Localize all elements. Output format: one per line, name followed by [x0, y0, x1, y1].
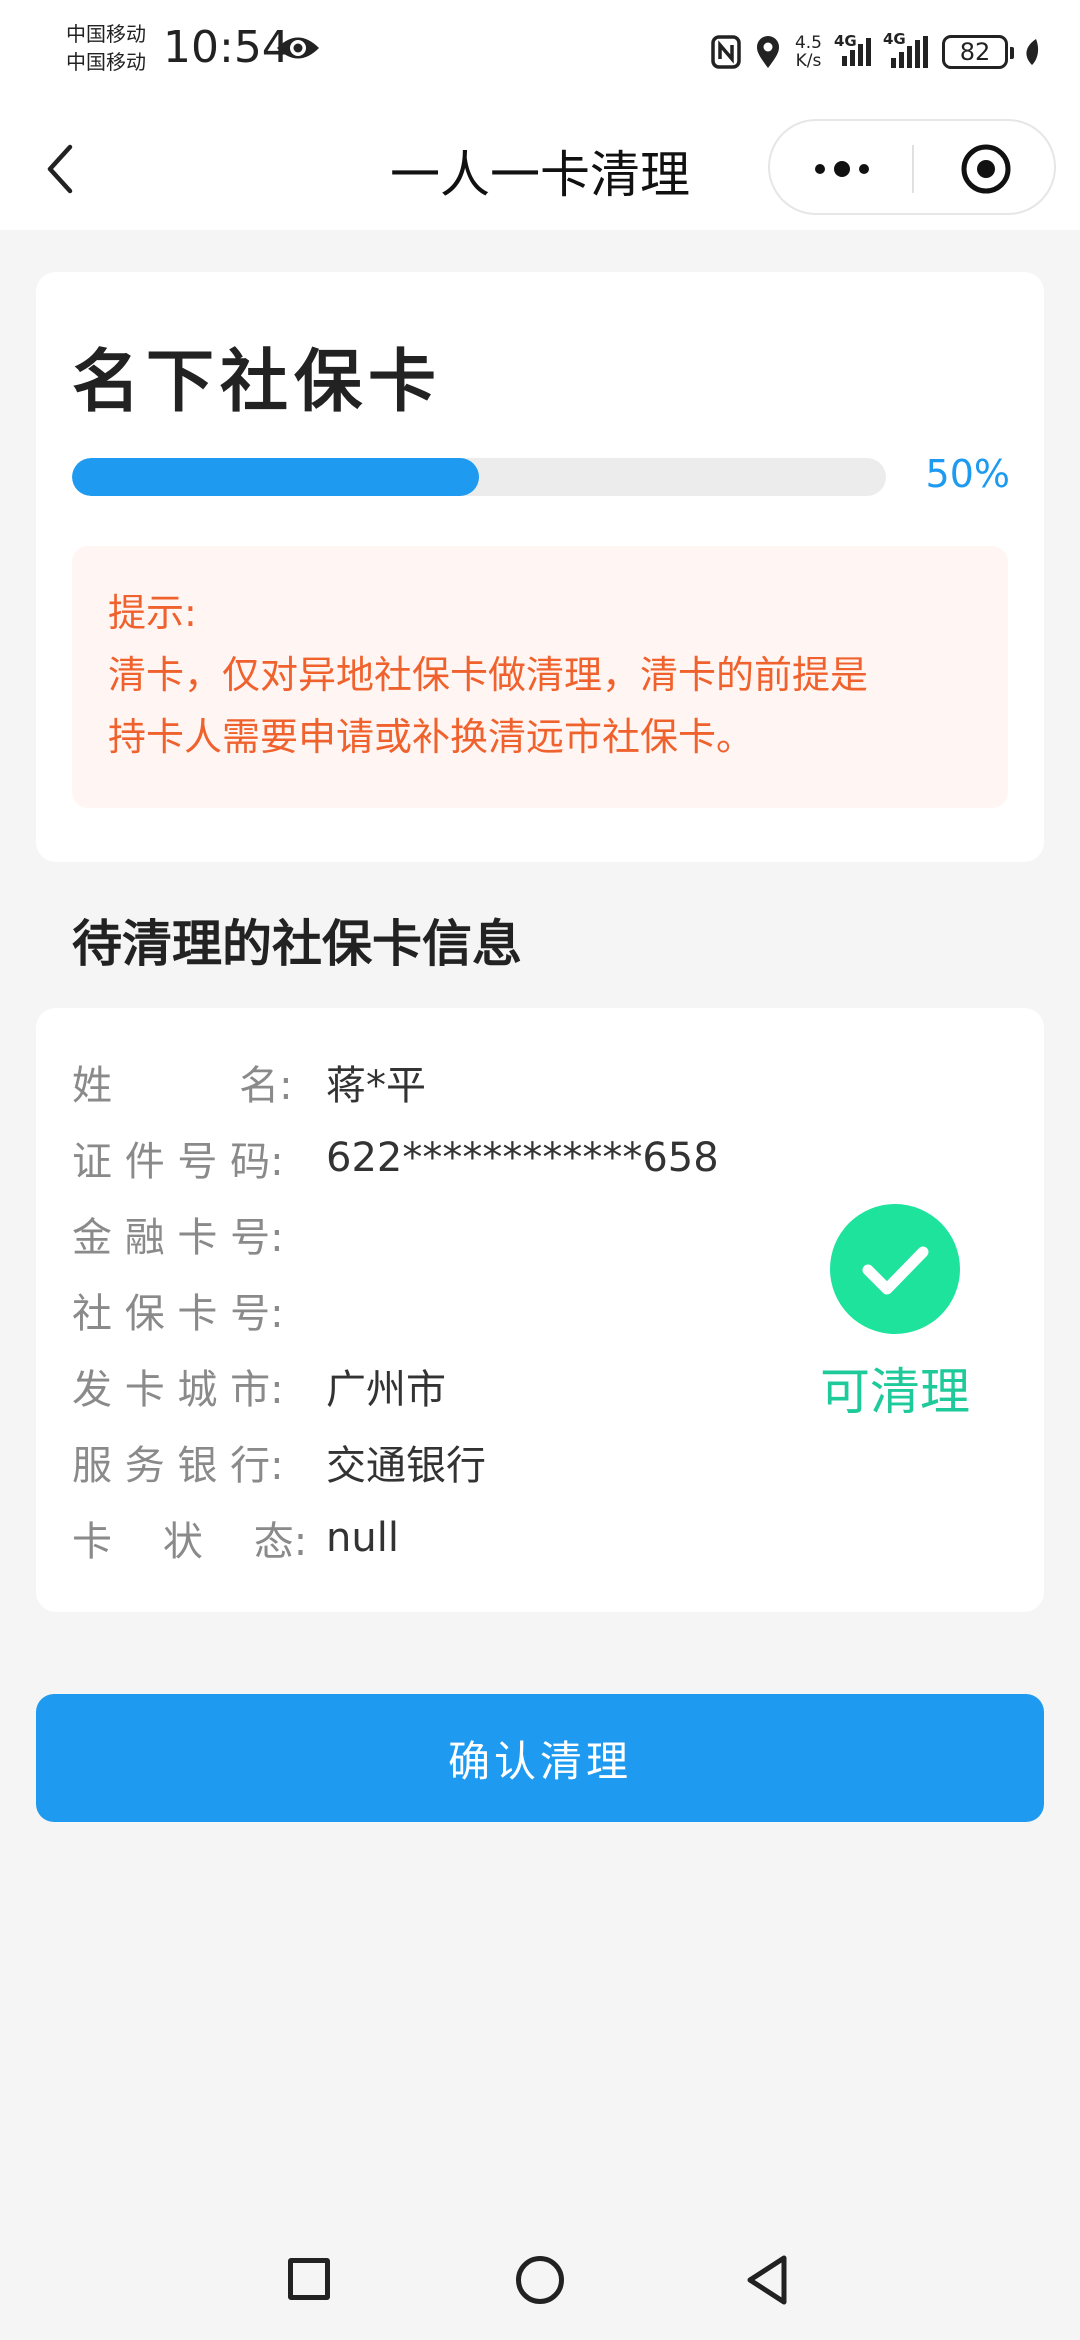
speed-value: 4.5 [794, 33, 822, 53]
card-title: 名下社保卡 [72, 343, 443, 422]
card-info-card: 姓 名: 蒋*平 证 件 号 码: 622************658 金 融… [36, 1008, 1044, 1612]
info-label: 金 融 卡 号: [72, 1215, 284, 1261]
more-icon[interactable] [810, 155, 874, 183]
info-row-social-card: 社 保 卡 号: [72, 1280, 326, 1340]
info-row-name: 姓 名: 蒋*平 [72, 1052, 426, 1112]
info-value: null [326, 1515, 399, 1561]
network-speed: 4.5 K/s [795, 34, 822, 70]
home-icon[interactable] [516, 2256, 564, 2304]
tip-title: 提示: [108, 591, 197, 635]
network-type-1: 4G [834, 32, 857, 50]
info-label: 服 务 银 行: [72, 1443, 284, 1489]
location-icon [756, 36, 779, 68]
system-navigation-bar [0, 2230, 1080, 2340]
carrier-2: 中国移动 [66, 50, 146, 74]
clock: 10:54 [163, 22, 290, 73]
signal-2-icon: 4G [883, 30, 928, 68]
info-label: 发 卡 城 市: [72, 1367, 284, 1413]
tip-box: 提示: 清卡，仅对异地社保卡做清理，清卡的前提是 持卡人需要申请或补换清远市社保… [72, 546, 1008, 808]
info-label: 卡 状 态: [72, 1519, 308, 1565]
capsule-divider [912, 145, 914, 193]
miniprogram-capsule [768, 119, 1056, 215]
carrier-info: 中国移动 中国移动 [66, 20, 146, 76]
info-value: 蒋*平 [326, 1063, 426, 1109]
clearable-status: 可清理 [820, 1363, 970, 1421]
info-row-city: 发 卡 城 市: 广州市 [72, 1356, 446, 1416]
info-label: 证 件 号 码: [72, 1139, 284, 1185]
tip-line-2: 持卡人需要申请或补换清远市社保卡。 [108, 715, 755, 759]
info-value: 广州市 [326, 1367, 446, 1413]
tip-line-1: 清卡，仅对异地社保卡做清理，清卡的前提是 [108, 653, 869, 697]
network-type-2: 4G [883, 30, 906, 48]
info-row-id-number: 证 件 号 码: 622************658 [72, 1128, 719, 1188]
progress-label: 50% [925, 452, 1010, 496]
summary-card: 名下社保卡 50% 提示: 清卡，仅对异地社保卡做清理，清卡的前提是 持卡人需要… [36, 272, 1044, 862]
leaf-icon [1026, 39, 1039, 65]
info-row-status: 卡 状 态: null [72, 1508, 399, 1568]
nfc-icon [711, 35, 741, 69]
recent-apps-icon[interactable] [288, 2258, 330, 2300]
navigation-bar: 一人一卡清理 [0, 105, 1080, 230]
confirm-clear-button[interactable]: 确认清理 [36, 1694, 1044, 1822]
speed-unit: K/s [795, 51, 822, 71]
status-bar: 中国移动 中国移动 10:54 4.5 K/s 4G 4G 82 [0, 0, 1080, 105]
close-miniprogram-icon[interactable] [960, 143, 1012, 195]
battery-indicator: 82 [942, 35, 1014, 69]
check-circle-icon [830, 1204, 960, 1334]
carrier-1: 中国移动 [66, 22, 146, 46]
info-row-bank: 服 务 银 行: 交通银行 [72, 1432, 486, 1492]
info-row-bank-card: 金 融 卡 号: [72, 1204, 326, 1264]
section-title: 待清理的社保卡信息 [72, 915, 522, 973]
info-label: 姓 名: [72, 1063, 293, 1109]
info-label: 社 保 卡 号: [72, 1291, 284, 1337]
system-back-icon[interactable] [744, 2254, 790, 2306]
progress-fill [72, 458, 479, 496]
signal-1-icon: 4G [834, 32, 871, 66]
status-icons: 4.5 K/s 4G 4G 82 [711, 28, 1042, 76]
eye-icon [277, 37, 319, 59]
progress-bar [72, 458, 886, 496]
info-value: 交通银行 [326, 1443, 486, 1489]
info-value: 622************658 [326, 1135, 719, 1181]
